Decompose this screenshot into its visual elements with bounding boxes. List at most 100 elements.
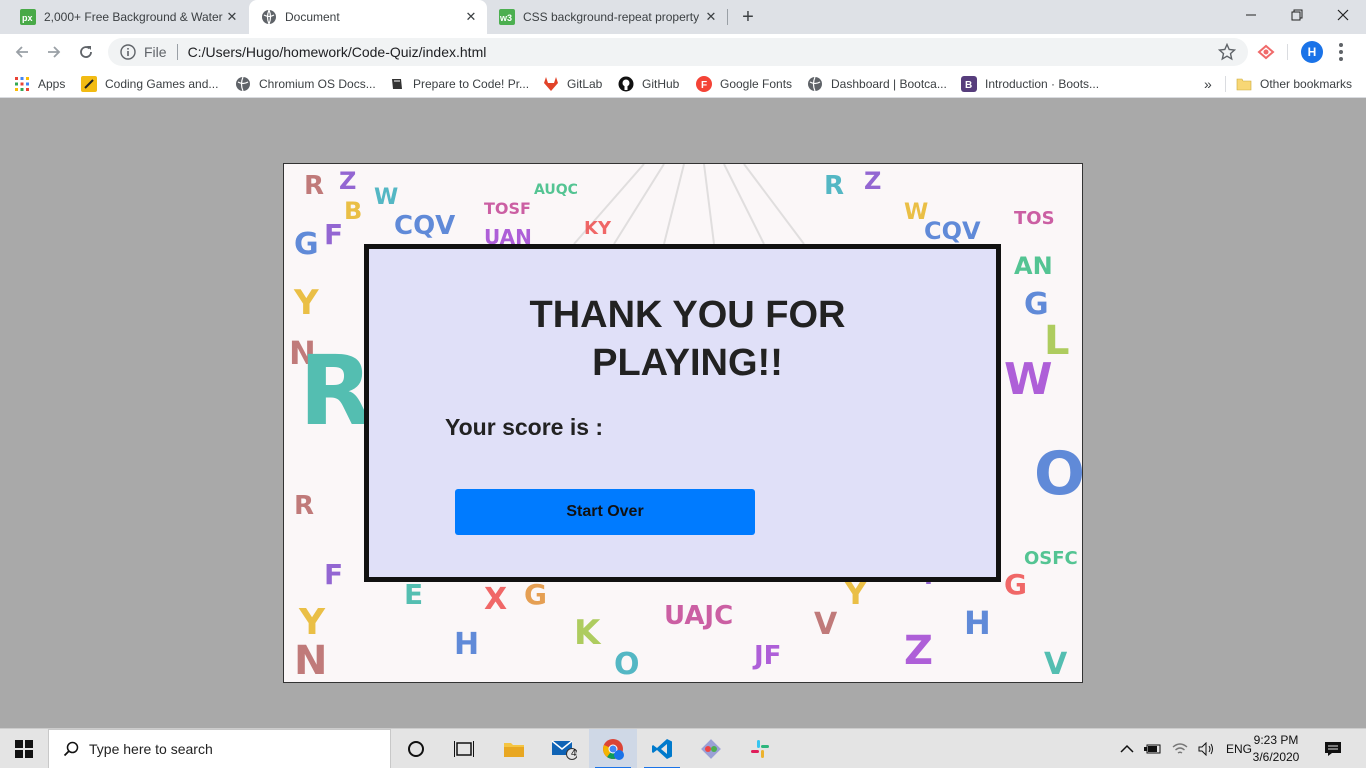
reload-button[interactable] xyxy=(74,40,98,64)
volume-icon[interactable] xyxy=(1198,742,1216,756)
vscode-icon[interactable] xyxy=(638,729,686,768)
clock-date: 3/6/2020 xyxy=(1252,750,1300,764)
bootstrap-icon: B xyxy=(961,76,977,92)
bookmark-star-icon[interactable] xyxy=(1218,43,1236,61)
tab-title: Document xyxy=(285,10,340,24)
svg-text:AUQC: AUQC xyxy=(534,182,578,198)
globe-icon xyxy=(261,9,277,25)
globe-icon xyxy=(807,76,823,92)
svg-text:TOSF: TOSF xyxy=(484,199,531,218)
app-icon[interactable] xyxy=(687,729,735,768)
mail-icon[interactable]: 4 xyxy=(540,729,588,768)
other-bookmarks[interactable]: Other bookmarks xyxy=(1236,74,1352,94)
close-tab-icon[interactable]: ✕ xyxy=(463,9,479,25)
svg-text:W: W xyxy=(1004,354,1053,405)
gitlab-icon xyxy=(543,76,559,92)
clock[interactable]: 9:23 PM 3/6/2020 xyxy=(1244,732,1308,766)
svg-text:R: R xyxy=(299,335,373,447)
windows-start-button[interactable] xyxy=(0,729,48,768)
apps-grid-icon xyxy=(14,76,30,92)
svg-text:X: X xyxy=(484,582,507,617)
bookmark-label: Prepare to Code! Pr... xyxy=(413,77,530,91)
bookmark-item[interactable]: Prepare to Code! Pr... xyxy=(389,74,529,94)
notifications-icon[interactable] xyxy=(1310,729,1356,768)
svg-text:H: H xyxy=(454,627,479,662)
profile-avatar[interactable]: H xyxy=(1301,41,1323,63)
tab-title: CSS background-repeat property xyxy=(523,10,700,24)
bookmark-apps[interactable]: Apps xyxy=(14,74,65,94)
forward-button[interactable] xyxy=(42,40,66,64)
w3schools-icon: w3 xyxy=(499,9,515,25)
bookmark-label: Coding Games and... xyxy=(105,77,219,91)
wifi-icon[interactable] xyxy=(1172,742,1188,756)
start-over-button[interactable]: Start Over xyxy=(455,489,755,535)
tab-strip: px 2,000+ Free Background & Water ✕ Docu… xyxy=(0,0,1366,34)
bookmark-item[interactable]: Dashboard | Bootca... xyxy=(807,74,947,94)
svg-text:KY: KY xyxy=(584,218,612,239)
bookmark-item[interactable]: Coding Games and... xyxy=(81,74,218,94)
book-icon xyxy=(389,76,405,92)
extension-icon[interactable] xyxy=(1256,42,1276,62)
new-tab-button[interactable]: + xyxy=(737,7,759,27)
globe-icon xyxy=(235,76,251,92)
close-window-button[interactable] xyxy=(1320,0,1366,30)
tab-document[interactable]: Document ✕ xyxy=(249,0,487,34)
close-tab-icon[interactable]: ✕ xyxy=(224,9,240,25)
bookmark-label: Dashboard | Bootca... xyxy=(831,77,947,91)
svg-text:UAJC: UAJC xyxy=(664,601,733,631)
tab-title: 2,000+ Free Background & Water xyxy=(44,10,223,24)
address-bar[interactable]: File C:/Users/Hugo/homework/Code-Quiz/in… xyxy=(108,38,1248,66)
svg-text:Z: Z xyxy=(904,628,933,674)
minimize-button[interactable] xyxy=(1228,0,1274,30)
svg-text:JF: JF xyxy=(752,641,781,671)
restore-button[interactable] xyxy=(1274,0,1320,30)
search-icon xyxy=(63,741,79,757)
chevron-up-icon[interactable] xyxy=(1120,744,1134,754)
svg-text:Z: Z xyxy=(339,167,356,195)
svg-text:V: V xyxy=(814,607,838,642)
bookmark-item[interactable]: GitLab xyxy=(543,74,602,94)
svg-text:E: E xyxy=(404,578,423,611)
omnibox-divider xyxy=(176,44,178,60)
menu-dots-icon[interactable] xyxy=(1334,40,1348,64)
close-tab-icon[interactable]: ✕ xyxy=(703,9,719,25)
svg-text:Y: Y xyxy=(293,283,319,323)
svg-text:AN: AN xyxy=(1014,252,1053,280)
bookmark-item[interactable]: Chromium OS Docs... xyxy=(235,74,376,94)
svg-text:px: px xyxy=(22,13,33,23)
bookmarks-overflow[interactable]: » xyxy=(1204,74,1212,94)
svg-text:CQV: CQV xyxy=(924,217,981,245)
task-view-icon[interactable] xyxy=(440,729,488,768)
svg-text:R: R xyxy=(824,171,844,201)
battery-icon[interactable] xyxy=(1144,742,1162,756)
browser-toolbar: File C:/Users/Hugo/homework/Code-Quiz/in… xyxy=(0,34,1366,70)
arrow-left-icon xyxy=(15,46,28,58)
file-explorer-icon[interactable] xyxy=(490,729,538,768)
toolbar-divider xyxy=(1287,44,1288,60)
tab-w3schools[interactable]: w3 CSS background-repeat property ✕ xyxy=(487,0,727,34)
cortana-icon[interactable] xyxy=(392,729,440,768)
svg-text:V: V xyxy=(1044,647,1068,682)
svg-text:B: B xyxy=(965,80,972,91)
back-button[interactable] xyxy=(10,40,34,64)
info-icon[interactable] xyxy=(120,44,136,60)
bookmark-item[interactable]: F Google Fonts xyxy=(696,74,792,94)
svg-text:Z: Z xyxy=(864,167,881,195)
bookmark-item[interactable]: B Introduction · Boots... xyxy=(961,74,1099,94)
bookmark-item[interactable]: GitHub xyxy=(618,74,679,94)
tab-pixabay[interactable]: px 2,000+ Free Background & Water ✕ xyxy=(8,0,248,34)
svg-text:CQV: CQV xyxy=(394,211,455,241)
system-tray: ENG xyxy=(1120,729,1252,768)
taskbar: Type here to search 4 ENG 9:23 PM 3/6/20… xyxy=(0,728,1366,768)
svg-text:F: F xyxy=(324,218,343,251)
bookmark-label: Google Fonts xyxy=(720,77,793,91)
taskbar-search[interactable]: Type here to search xyxy=(48,729,391,768)
page-title: THANK YOU FOR PLAYING!! xyxy=(529,294,846,384)
folder-icon xyxy=(1236,76,1252,92)
chrome-icon[interactable] xyxy=(589,729,637,768)
slack-icon[interactable] xyxy=(736,729,784,768)
bookmark-label: Apps xyxy=(38,77,66,91)
results-card: THANK YOU FOR PLAYING!! Your score is : … xyxy=(364,244,1001,582)
pixabay-icon: px xyxy=(20,9,36,25)
url-text[interactable]: C:/Users/Hugo/homework/Code-Quiz/index.h… xyxy=(188,44,487,60)
